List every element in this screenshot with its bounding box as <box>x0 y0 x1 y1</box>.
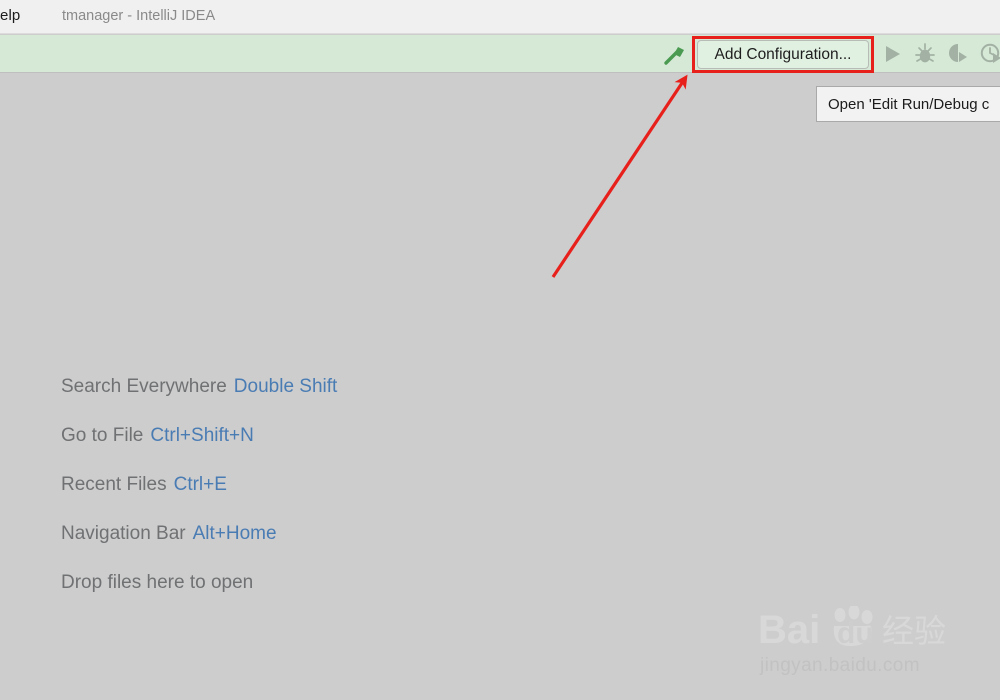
add-configuration-button[interactable]: Add Configuration... <box>697 40 869 69</box>
shortcut-hints: Search Everywhere Double Shift Go to Fil… <box>61 362 337 607</box>
intellij-idea-window: elp tmanager - IntelliJ IDEA Add Configu… <box>0 0 1000 700</box>
run-controls <box>880 42 1000 66</box>
hint-row: Drop files here to open <box>61 558 337 607</box>
svg-text:Bai: Bai <box>758 608 820 652</box>
menu-bar: elp tmanager - IntelliJ IDEA <box>0 0 1000 34</box>
svg-text:经验: 经验 <box>882 612 946 650</box>
hint-key: Ctrl+E <box>174 474 227 496</box>
hint-label: Go to File <box>61 425 143 447</box>
hint-label: Search Everywhere <box>61 376 227 398</box>
run-icon[interactable] <box>880 42 904 66</box>
menu-item-help[interactable]: elp <box>0 7 20 24</box>
hint-key: Alt+Home <box>193 523 277 545</box>
hint-label: Navigation Bar <box>61 523 186 545</box>
hammer-icon[interactable] <box>662 44 690 66</box>
hint-row: Recent Files Ctrl+E <box>61 460 337 509</box>
hint-label: Drop files here to open <box>61 572 253 594</box>
hint-key: Double Shift <box>234 376 338 398</box>
debug-icon[interactable] <box>913 42 937 66</box>
hint-row: Go to File Ctrl+Shift+N <box>61 411 337 460</box>
svg-text:du: du <box>837 617 874 650</box>
run-with-coverage-icon[interactable] <box>946 42 970 66</box>
window-title: tmanager - IntelliJ IDEA <box>62 8 215 24</box>
hint-label: Recent Files <box>61 474 167 496</box>
profile-icon[interactable] <box>979 42 1000 66</box>
watermark-url: jingyan.baidu.com <box>760 655 920 677</box>
hint-key: Ctrl+Shift+N <box>150 425 253 447</box>
tooltip: Open 'Edit Run/Debug c <box>816 86 1000 122</box>
hint-row: Search Everywhere Double Shift <box>61 362 337 411</box>
hint-row: Navigation Bar Alt+Home <box>61 509 337 558</box>
